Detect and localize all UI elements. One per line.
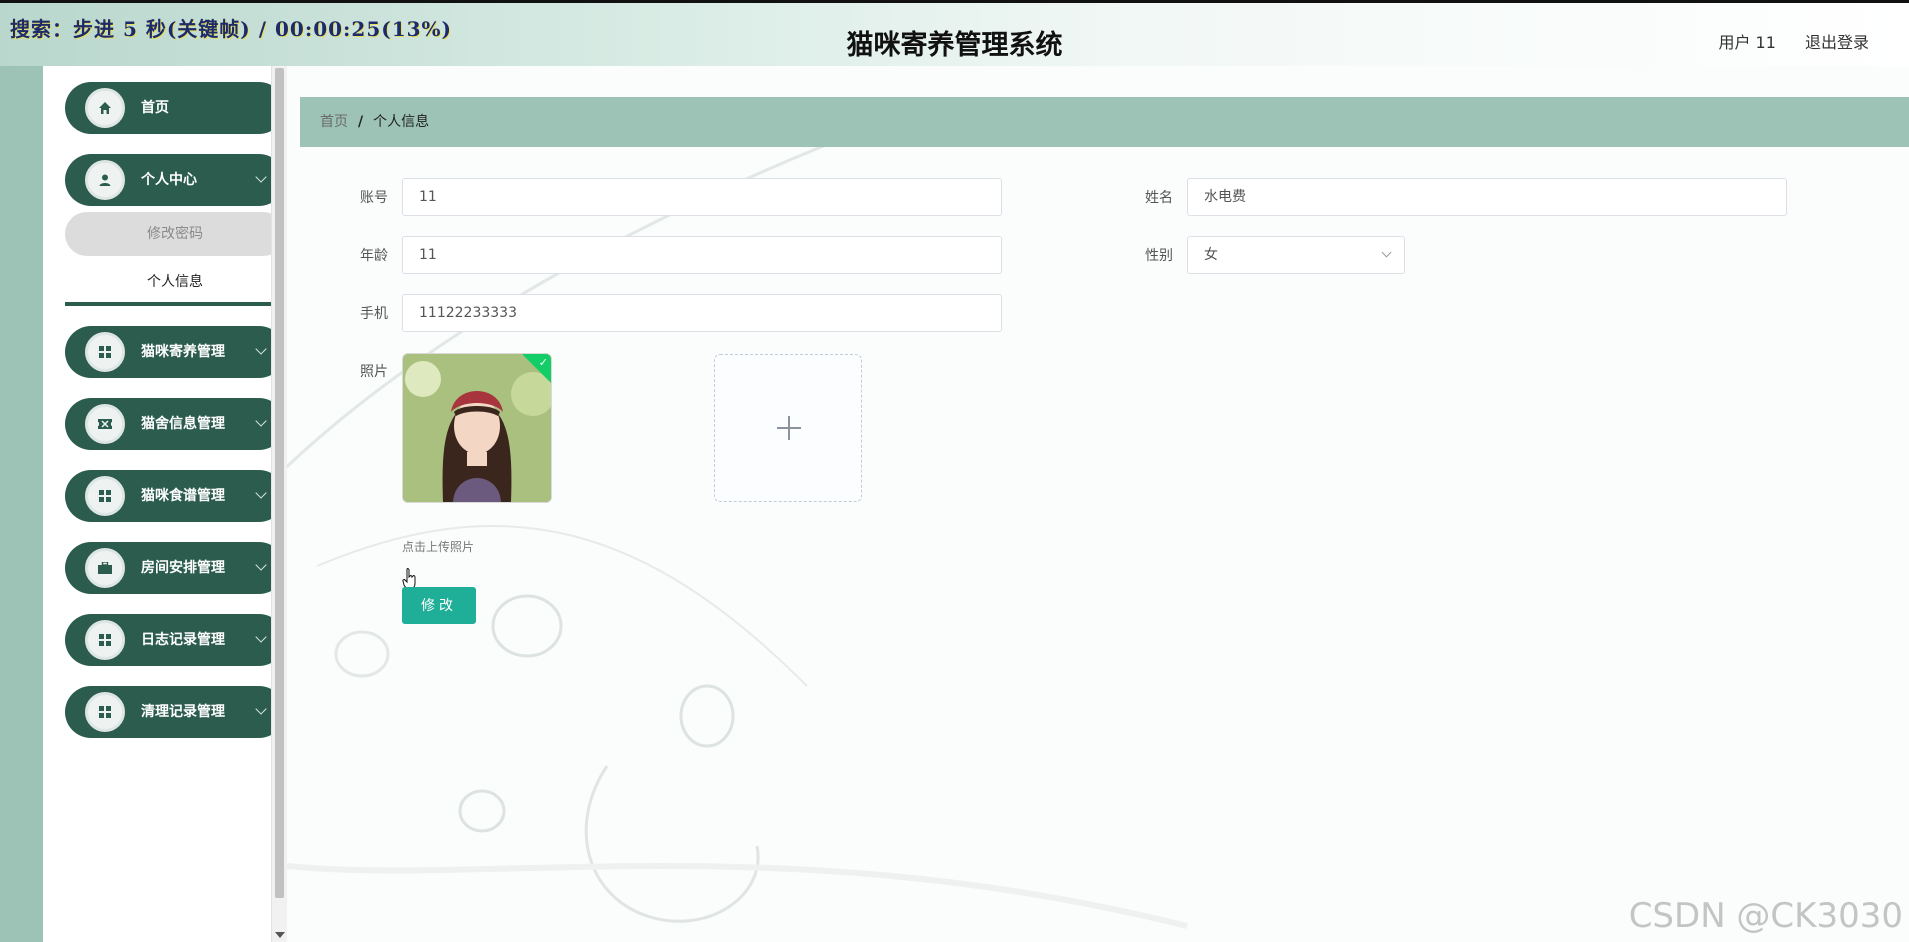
chevron-down-icon	[1381, 247, 1392, 258]
grid-icon	[85, 620, 125, 660]
sidebar-item-label: 日志记录管理	[141, 632, 225, 648]
logout-link[interactable]: 退出登录	[1805, 33, 1869, 52]
scrollbar-thumb[interactable]	[275, 68, 284, 898]
photo-label: 照片	[360, 364, 388, 380]
breadcrumb: 首页 / 个人信息	[300, 97, 1909, 147]
sidebar-item-cattery-info[interactable]: 猫舍信息管理	[65, 398, 285, 450]
sidebar-item-log-records[interactable]: 日志记录管理	[65, 614, 285, 666]
breadcrumb-home-link[interactable]: 首页	[320, 114, 348, 130]
sidebar-item-cleaning-records[interactable]: 清理记录管理	[65, 686, 285, 738]
plus-icon-vertical	[788, 416, 790, 440]
account-label: 账号	[360, 190, 388, 206]
gender-selected-value: 女	[1204, 247, 1218, 263]
grid-icon	[85, 476, 125, 516]
main-content: 首页 / 个人信息 账号 11 姓名 水电费 年龄 11 性别 女 手机 11122…	[287, 66, 1909, 942]
photo-upload-button[interactable]	[714, 354, 862, 502]
sidebar-item-cat-recipes[interactable]: 猫咪食谱管理	[65, 470, 285, 522]
sidebar-item-cat-boarding[interactable]: 猫咪寄养管理	[65, 326, 285, 378]
chevron-down-icon	[255, 631, 267, 643]
grid-icon	[85, 332, 125, 372]
sidebar-item-label: 猫咪寄养管理	[141, 344, 225, 360]
top-bar: 搜索：步进 5 秒(关键帧) / 00:00:25(13%) 猫咪寄养管理系统 …	[0, 0, 1909, 66]
csdn-watermark: CSDN @CK3030	[1628, 896, 1903, 936]
gender-label: 性别	[1145, 248, 1173, 264]
uploaded-photo-thumbnail[interactable]: ✓	[402, 353, 552, 503]
home-icon	[85, 88, 125, 128]
sidebar-item-home[interactable]: 首页	[65, 82, 285, 134]
name-field[interactable]: 水电费	[1187, 178, 1787, 216]
sidebar-item-label: 猫舍信息管理	[141, 416, 225, 432]
chevron-down-icon	[255, 703, 267, 715]
sidebar-item-label: 清理记录管理	[141, 704, 225, 720]
chevron-down-icon	[255, 343, 267, 355]
submit-modify-button[interactable]: 修改	[402, 587, 476, 624]
sidebar: 首页 个人中心 修改密码 个人信息 猫咪寄养管理 猫舍信息管理 猫咪食谱管理 房…	[43, 66, 285, 942]
chevron-down-icon	[255, 559, 267, 571]
user-area: 用户 11 退出登录	[1694, 29, 1869, 53]
grid-icon	[85, 692, 125, 732]
user-icon	[85, 160, 125, 200]
sidebar-item-label: 房间安排管理	[141, 560, 225, 576]
chevron-down-icon	[255, 171, 267, 183]
sidebar-scrollbar[interactable]	[271, 66, 287, 942]
age-field[interactable]: 11	[402, 236, 1002, 274]
sidebar-item-label: 个人中心	[141, 172, 197, 188]
upload-tip-text: 点击上传照片	[402, 540, 475, 554]
chevron-down-icon	[255, 415, 267, 427]
app-title: 猫咪寄养管理系统	[846, 30, 1063, 61]
briefcase-icon	[85, 548, 125, 588]
gender-select[interactable]: 女	[1187, 236, 1405, 274]
breadcrumb-current: 个人信息	[373, 114, 430, 130]
phone-field[interactable]: 11122233333	[402, 294, 1002, 332]
chevron-down-icon	[255, 487, 267, 499]
age-label: 年龄	[360, 248, 388, 264]
account-field[interactable]: 11	[402, 178, 1002, 216]
sidebar-item-personal-center[interactable]: 个人中心	[65, 154, 285, 206]
submenu-change-password[interactable]: 修改密码	[65, 212, 285, 256]
sidebar-item-label: 猫咪食谱管理	[141, 488, 225, 504]
left-decorative-stripe	[0, 66, 43, 942]
scroll-down-arrow-icon[interactable]	[275, 932, 285, 938]
breadcrumb-separator: /	[358, 114, 364, 130]
name-label: 姓名	[1145, 190, 1173, 206]
sidebar-item-room-arrangement[interactable]: 房间安排管理	[65, 542, 285, 594]
phone-label: 手机	[360, 306, 388, 322]
check-icon: ✓	[538, 356, 548, 369]
current-user-label: 用户 11	[1718, 33, 1776, 52]
sidebar-item-label: 首页	[141, 100, 169, 116]
submenu-personal-info[interactable]: 个人信息	[65, 262, 285, 306]
portrait-photo-image	[403, 354, 551, 502]
ticket-icon	[85, 404, 125, 444]
